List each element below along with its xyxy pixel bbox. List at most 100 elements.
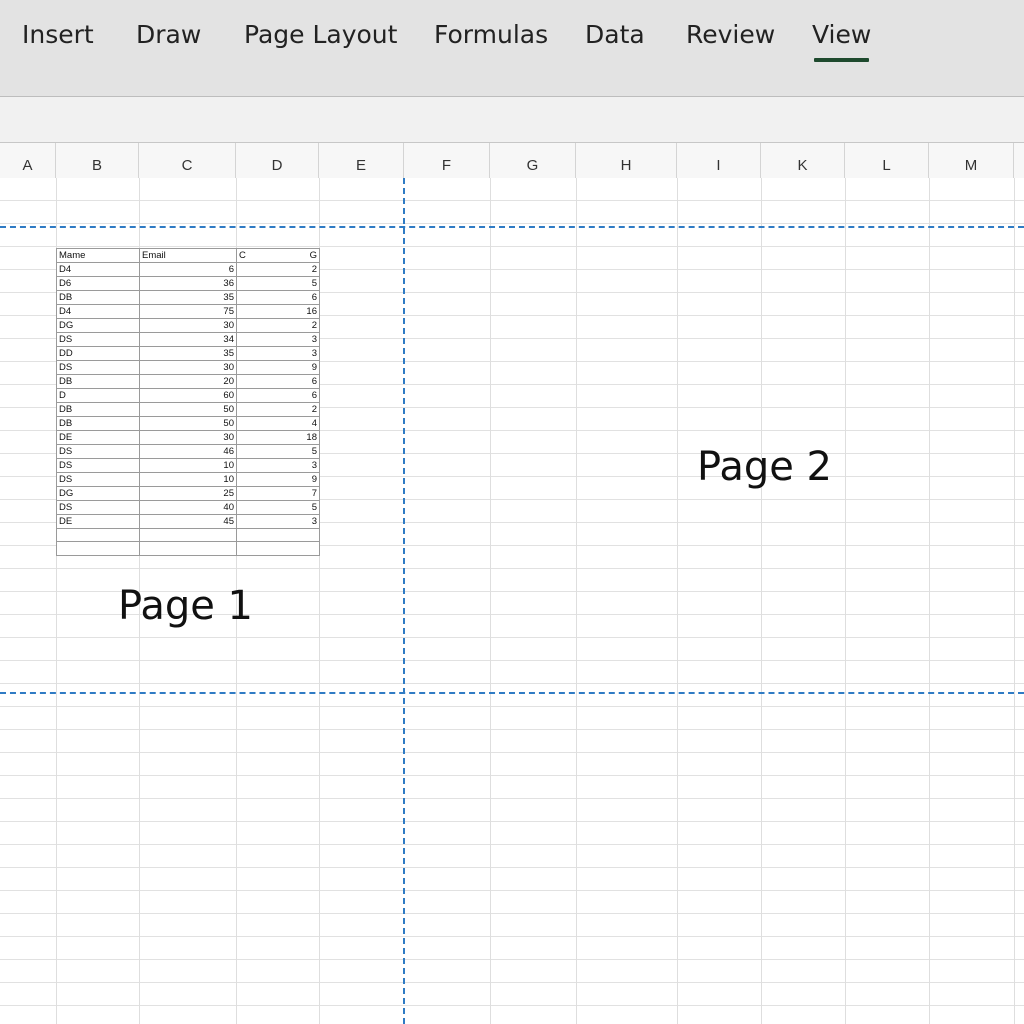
table-cell[interactable]: 3 — [236, 346, 320, 361]
formula-bar[interactable] — [0, 97, 1024, 143]
table-row: DG 30 2 — [56, 318, 320, 333]
column-header-e[interactable]: E — [319, 143, 404, 178]
table-cell[interactable]: 46 — [139, 444, 237, 459]
table-cell[interactable]: DB — [56, 374, 140, 389]
table-cell[interactable]: 60 — [139, 388, 237, 403]
table-row — [56, 541, 320, 556]
header-cell-g: G — [309, 250, 317, 261]
table-header-row: Mame Email CG — [56, 248, 320, 263]
table-cell[interactable]: DS — [56, 332, 140, 347]
table-row: DB 20 6 — [56, 374, 320, 389]
table-cell[interactable]: DS — [56, 458, 140, 473]
tab-review[interactable]: Review — [686, 20, 775, 49]
table-cell[interactable] — [56, 527, 140, 543]
table-cell[interactable]: 10 — [139, 472, 237, 487]
column-header-h[interactable]: H — [576, 143, 677, 178]
header-cell-c-g[interactable]: CG — [236, 248, 320, 263]
table-cell[interactable] — [236, 527, 320, 543]
table-cell[interactable]: 6 — [236, 374, 320, 389]
table-cell[interactable]: DS — [56, 472, 140, 487]
header-cell-email[interactable]: Email — [139, 248, 237, 263]
table-cell[interactable]: 40 — [139, 500, 237, 515]
table-cell[interactable]: 20 — [139, 374, 237, 389]
table-cell[interactable]: 2 — [236, 318, 320, 333]
table-cell[interactable]: 6 — [236, 290, 320, 305]
table-cell[interactable]: DB — [56, 416, 140, 431]
column-header-c[interactable]: C — [139, 143, 236, 178]
table-cell[interactable] — [139, 527, 237, 543]
page-2-label: Page 2 — [697, 444, 832, 490]
table-cell[interactable]: 75 — [139, 304, 237, 319]
table-cell[interactable]: 5 — [236, 444, 320, 459]
table-cell[interactable]: DE — [56, 430, 140, 445]
table-cell[interactable]: 30 — [139, 430, 237, 445]
table-cell[interactable]: DS — [56, 500, 140, 515]
column-header-k[interactable]: K — [761, 143, 845, 178]
page-break-bottom[interactable] — [0, 692, 1024, 694]
table-cell[interactable]: 3 — [236, 514, 320, 529]
tab-view[interactable]: View — [812, 20, 871, 62]
table-cell[interactable] — [236, 541, 320, 556]
table-cell[interactable]: 2 — [236, 262, 320, 277]
page-break-top[interactable] — [0, 226, 1024, 228]
column-header-b[interactable]: B — [56, 143, 139, 178]
table-cell[interactable]: DE — [56, 514, 140, 529]
table-cell[interactable]: D4 — [56, 304, 140, 319]
table-cell[interactable] — [139, 541, 237, 556]
column-header-m[interactable]: M — [929, 143, 1014, 178]
table-cell[interactable]: DB — [56, 402, 140, 417]
table-cell[interactable]: 5 — [236, 500, 320, 515]
table-cell[interactable]: 10 — [139, 458, 237, 473]
table-cell[interactable]: 50 — [139, 416, 237, 431]
table-cell[interactable]: 30 — [139, 360, 237, 375]
table-cell[interactable]: 16 — [236, 304, 320, 319]
column-header-a[interactable]: A — [0, 143, 56, 178]
tab-data[interactable]: Data — [585, 20, 645, 49]
table-cell[interactable]: 30 — [139, 318, 237, 333]
table-cell[interactable]: 35 — [139, 346, 237, 361]
table-row: DG 25 7 — [56, 486, 320, 501]
column-header-d[interactable]: D — [236, 143, 319, 178]
table-cell[interactable]: 4 — [236, 416, 320, 431]
table-cell[interactable]: 3 — [236, 332, 320, 347]
table-cell[interactable]: 6 — [236, 388, 320, 403]
table-cell[interactable]: DG — [56, 486, 140, 501]
column-header-g[interactable]: G — [490, 143, 576, 178]
table-cell[interactable]: 5 — [236, 276, 320, 291]
table-cell[interactable]: 34 — [139, 332, 237, 347]
table-cell[interactable]: 7 — [236, 486, 320, 501]
table-row: DB 50 4 — [56, 416, 320, 431]
table-cell[interactable]: D6 — [56, 276, 140, 291]
header-cell-name[interactable]: Mame — [56, 248, 140, 263]
table-cell[interactable]: 35 — [139, 290, 237, 305]
page-break-vertical[interactable] — [403, 178, 405, 1024]
table-cell[interactable]: 3 — [236, 458, 320, 473]
table-cell[interactable]: 45 — [139, 514, 237, 529]
column-header-i[interactable]: I — [677, 143, 761, 178]
table-cell[interactable]: 18 — [236, 430, 320, 445]
table-cell[interactable]: 6 — [139, 262, 237, 277]
table-cell[interactable]: DS — [56, 360, 140, 375]
table-cell[interactable] — [56, 541, 140, 556]
table-cell[interactable]: DB — [56, 290, 140, 305]
table-row: DS 46 5 — [56, 444, 320, 459]
table-cell[interactable]: DD — [56, 346, 140, 361]
tab-formulas[interactable]: Formulas — [434, 20, 548, 49]
column-header-f[interactable]: F — [404, 143, 490, 178]
table-cell[interactable]: 2 — [236, 402, 320, 417]
table-row: DS 34 3 — [56, 332, 320, 347]
table-cell[interactable]: DG — [56, 318, 140, 333]
grid-column-line — [929, 178, 930, 1024]
column-header-l[interactable]: L — [845, 143, 929, 178]
table-cell[interactable]: DS — [56, 444, 140, 459]
table-cell[interactable]: 50 — [139, 402, 237, 417]
table-cell[interactable]: 9 — [236, 360, 320, 375]
tab-insert[interactable]: Insert — [22, 20, 94, 49]
tab-page-layout[interactable]: Page Layout — [244, 20, 397, 49]
table-cell[interactable]: 9 — [236, 472, 320, 487]
table-cell[interactable]: 25 — [139, 486, 237, 501]
table-cell[interactable]: D4 — [56, 262, 140, 277]
table-cell[interactable]: D — [56, 388, 140, 403]
table-cell[interactable]: 36 — [139, 276, 237, 291]
tab-draw[interactable]: Draw — [136, 20, 201, 49]
